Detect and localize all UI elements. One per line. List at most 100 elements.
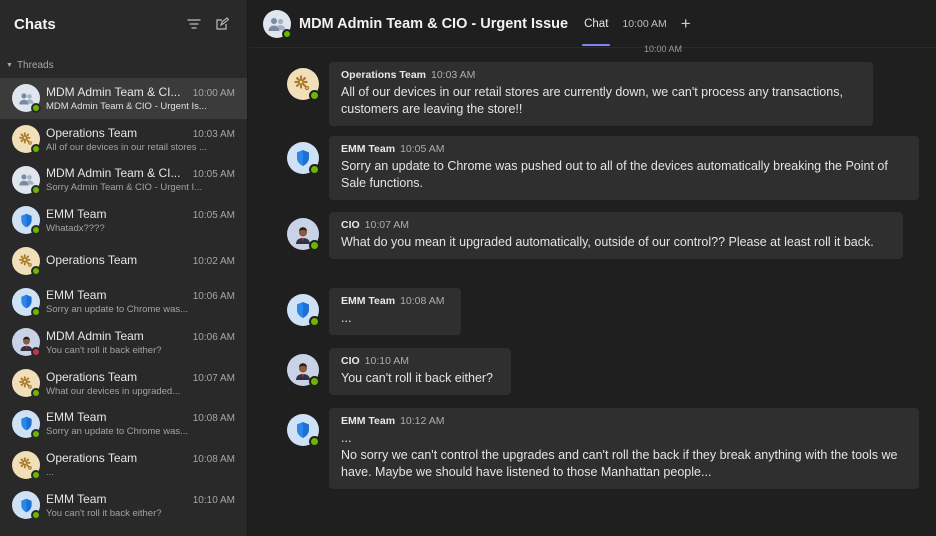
thread-item[interactable]: Operations Team 10:08 AM... — [0, 444, 247, 485]
presence-indicator — [31, 184, 41, 195]
thread-name: Operations Team — [46, 253, 138, 268]
thread-preview: All of our devices in our retail stores … — [46, 141, 208, 153]
thread-time: 10:05 AM — [192, 209, 235, 221]
thread-item[interactable]: EMM Team 10:08 AM Sorry an update to Chrom… — [0, 404, 247, 445]
message-bubble[interactable]: Operations Team 10:03 AM All of our device… — [329, 62, 873, 126]
message-time: 10:08 AM — [400, 295, 445, 307]
message-time: 10:10 AM — [364, 355, 410, 367]
thread-time: 10:06 AM — [192, 291, 235, 303]
message-bubble[interactable]: EMM Team 10:05 AM Sorry an update to Chrom… — [329, 136, 919, 200]
thread-name: Operations Team — [46, 369, 138, 384]
gear-icon — [12, 369, 41, 399]
thread-time: 10:06 AM — [192, 331, 235, 343]
thread-name: MDM Admin Team & CI... — [46, 84, 181, 99]
message-sender: EMM Team — [341, 295, 396, 307]
shield-icon — [12, 409, 41, 439]
thread-name: MDM Admin Team & CI... — [46, 166, 181, 181]
presence-indicator — [309, 436, 320, 447]
message: CIO 10:07 AM What do you mean it upgraded … — [287, 212, 903, 259]
thread-name: MDM Admin Team — [46, 328, 144, 343]
presence-indicator — [309, 376, 320, 387]
thread-preview: ... — [46, 467, 54, 479]
threads-section-toggle[interactable]: ▼ Threads — [0, 54, 247, 76]
thread-name: EMM Team — [46, 288, 107, 303]
thread-time: 10:03 AM — [192, 128, 235, 140]
presence-indicator — [31, 510, 41, 521]
group-avatar — [12, 84, 41, 114]
gear-icon — [12, 247, 41, 277]
thread-time: 10:10 AM — [192, 494, 235, 506]
add-tab-button[interactable]: + — [681, 15, 691, 32]
shield-icon — [12, 491, 41, 521]
presence-indicator — [309, 164, 320, 175]
message: EMM Team 10:05 AM Sorry an update to Chrom… — [287, 136, 919, 200]
presence-indicator — [31, 144, 41, 155]
thread-item[interactable]: EMM Team 10:05 AM Whatadx???? — [0, 200, 247, 241]
presence-indicator — [31, 103, 41, 114]
message-body: No sorry we can't control the upgrades a… — [341, 448, 898, 479]
compose-icon[interactable] — [211, 13, 233, 35]
thread-item[interactable]: MDM Admin Team 10:06 AM You can't roll it … — [0, 322, 247, 363]
thread-item[interactable]: EMM Team 10:06 AM Sorry an update to Chrom… — [0, 281, 247, 322]
thread-name: Operations Team — [46, 125, 138, 140]
presence-indicator — [31, 428, 41, 439]
thread-name: EMM Team — [46, 491, 107, 506]
message-bubble[interactable]: EMM Team 10:12 AM... No sorry we can't con… — [329, 408, 919, 489]
thread-time: 10:05 AM — [192, 169, 235, 181]
thread-time: 10:02 AM — [192, 256, 235, 268]
message-sender: EMM Team — [341, 143, 396, 155]
message: EMM Team 10:12 AM... No sorry we can't con… — [287, 408, 919, 489]
thread-item[interactable]: Operations Team 10:02 AM — [0, 241, 247, 282]
group-avatar — [12, 165, 41, 195]
thread-time: 10:08 AM — [192, 413, 235, 425]
message: EMM Team 10:08 AM... — [287, 288, 461, 335]
tab-timestamp[interactable]: 10:00 AM — [622, 18, 666, 30]
presence-indicator — [309, 240, 320, 251]
message-list: Operations Team 10:03 AM All of our device… — [249, 56, 936, 536]
conversation-start-time: 10:00 AM — [644, 44, 683, 54]
presence-indicator — [31, 347, 41, 358]
message-body: Sorry an update to Chrome was pushed out… — [341, 159, 888, 190]
thread-preview: Whatadx???? — [46, 222, 105, 234]
message-sender: CIO — [341, 219, 360, 231]
chat-title: MDM Admin Team & CIO - Urgent Issue — [299, 15, 569, 32]
presence-indicator — [31, 388, 41, 399]
person-avatar — [287, 218, 320, 251]
message-body: You can't roll it back either? — [341, 371, 494, 385]
thread-time: 10:08 AM — [192, 454, 235, 466]
thread-item[interactable]: Operations Team 10:07 AM What our devices … — [0, 363, 247, 404]
sidebar-title: Chats — [14, 15, 56, 33]
shield-icon — [12, 206, 41, 236]
message-sender: CIO — [341, 355, 360, 367]
shield-icon — [287, 294, 320, 327]
presence-indicator — [309, 316, 320, 327]
thread-name: Operations Team — [46, 451, 138, 466]
thread-time: 10:00 AM — [192, 87, 235, 99]
message: Operations Team 10:03 AM All of our device… — [287, 62, 873, 126]
thread-item[interactable]: MDM Admin Team & CI... 10:00 AM MDM Admin … — [0, 78, 247, 119]
caret-down-icon: ▼ — [6, 61, 13, 69]
thread-item[interactable]: EMM Team 10:10 AM You can't roll it back e… — [0, 485, 247, 526]
message-bubble[interactable]: EMM Team 10:08 AM... — [329, 288, 461, 335]
thread-preview: Sorry an update to Chrome was... — [46, 304, 189, 316]
thread-time: 10:07 AM — [192, 372, 235, 384]
message-time: 10:03 AM — [431, 69, 476, 81]
thread-preview: What our devices in upgraded... — [46, 385, 181, 397]
thread-name: EMM Team — [46, 206, 107, 221]
thread-item[interactable]: MDM Admin Team & CI... 10:05 AM Sorry Admi… — [0, 159, 247, 200]
tab-chat[interactable]: Chat — [582, 0, 611, 48]
presence-indicator — [31, 469, 41, 480]
gear-icon — [12, 450, 41, 480]
presence-indicator — [31, 306, 41, 317]
message-bubble[interactable]: CIO 10:07 AM What do you mean it upgraded … — [329, 212, 903, 259]
thread-preview: Sorry an update to Chrome was... — [46, 426, 189, 438]
message-bubble[interactable]: CIO 10:10 AM You can't roll it back either… — [329, 348, 511, 395]
thread-preview: You can't roll it back either? — [46, 507, 162, 519]
presence-indicator — [309, 90, 320, 101]
thread-preview: Sorry Admin Team & CIO - Urgent I... — [46, 182, 203, 194]
filter-icon[interactable] — [183, 13, 205, 35]
thread-item[interactable]: Operations Team 10:03 AM All of our device… — [0, 119, 247, 160]
chat-header: MDM Admin Team & CIO - Urgent Issue Chat… — [249, 0, 936, 48]
message-time: 10:05 AM — [400, 143, 445, 155]
message-time: 10:07 AM — [364, 219, 410, 231]
